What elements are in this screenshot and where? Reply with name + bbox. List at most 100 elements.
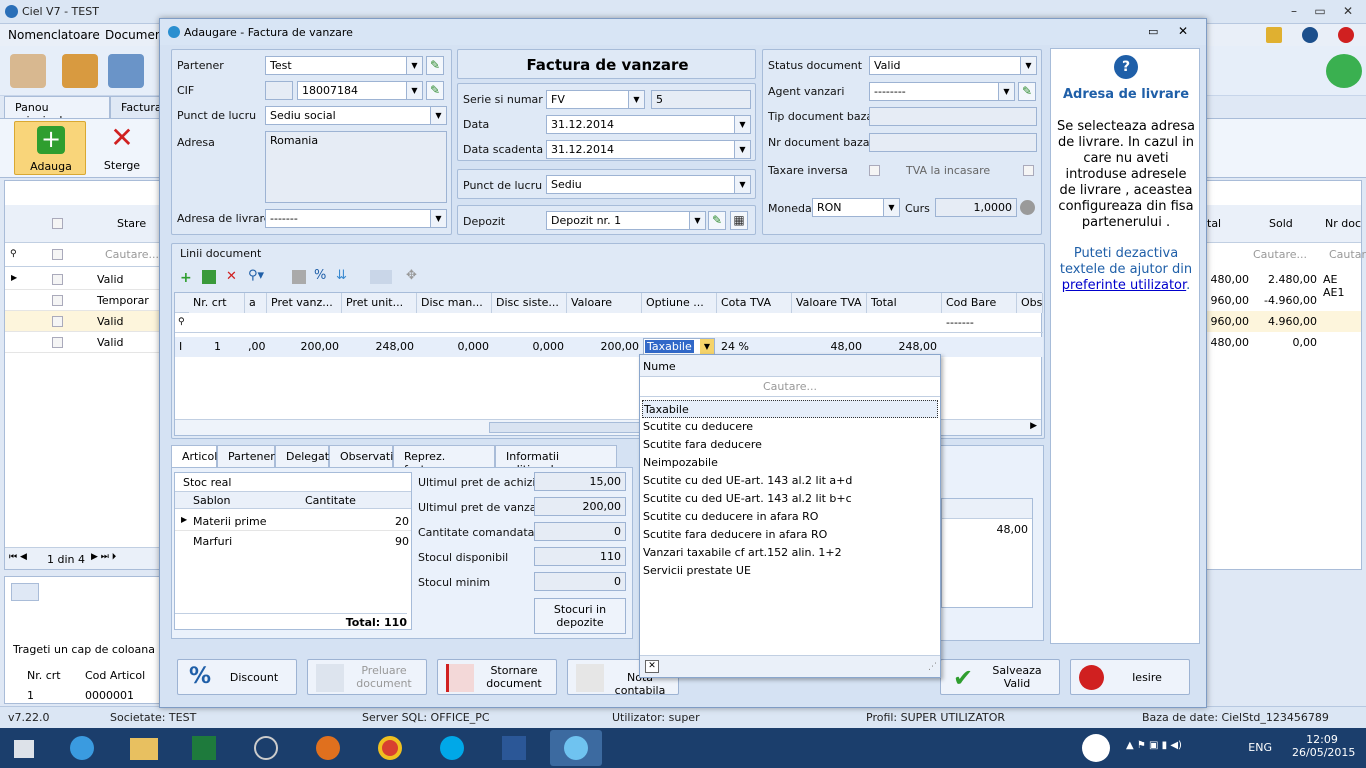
col-optiune[interactable]: Optiune ... — [642, 293, 717, 313]
edit-cif-icon[interactable]: ✎ — [426, 81, 444, 100]
curs-field[interactable]: 1,0000 — [935, 198, 1017, 217]
col-stare[interactable]: Stare — [117, 217, 146, 230]
punct-lucru-field[interactable]: Sediu social ▼ — [265, 106, 447, 125]
row-checkbox[interactable] — [52, 295, 63, 306]
taxare-checkbox[interactable] — [869, 165, 880, 176]
chevron-down-icon[interactable]: ▼ — [430, 210, 446, 227]
data-field[interactable]: 31.12.2014 ▼ — [546, 115, 751, 134]
print-icon[interactable] — [292, 270, 306, 284]
down-arrows-icon[interactable]: ⇊ — [336, 268, 347, 283]
dropdown-col-nume[interactable]: Nume — [643, 360, 676, 373]
dropdown-item[interactable]: Vanzari taxabile cf art.152 alin. 1+2 — [642, 544, 938, 562]
col-cota-tva[interactable]: Cota TVA — [717, 293, 792, 313]
tip-doc-field[interactable] — [869, 107, 1037, 126]
dialog-close-icon[interactable]: ✕ — [1178, 24, 1188, 38]
dropdown-item[interactable]: Scutite cu ded UE-art. 143 al.2 lit b+c — [642, 490, 938, 508]
chevron-down-icon[interactable]: ▼ — [883, 199, 899, 216]
warehouse-icon[interactable]: ▦ — [730, 211, 748, 230]
col-pret-vanz[interactable]: Pret vanz... — [267, 293, 342, 313]
dropdown-search[interactable]: Cautare... — [640, 377, 940, 397]
help-tray-icon[interactable] — [1082, 734, 1110, 762]
table-row[interactable]: 480,00 2.480,00 AE AE1 — [1207, 269, 1361, 299]
cif-field[interactable]: 18007184 ▼ — [297, 81, 423, 100]
col-total[interactable]: tal — [1207, 217, 1221, 230]
chevron-down-icon[interactable]: ▼ — [998, 83, 1014, 100]
scadenta-field[interactable]: 31.12.2014 ▼ — [546, 140, 751, 159]
percent-icon[interactable]: % — [314, 268, 326, 283]
col-valoare-tva[interactable]: Valoare TVA — [792, 293, 867, 313]
adresa-livrare-field[interactable]: ------- ▼ — [265, 209, 447, 228]
chevron-down-icon[interactable]: ▼ — [734, 176, 750, 193]
status-doc-field[interactable]: Valid ▼ — [869, 56, 1037, 75]
pager-next-icon[interactable]: ▶ ⏭ ⏵ — [91, 552, 116, 562]
search-cell[interactable]: Cautare... — [1253, 248, 1307, 261]
edit-depozit-icon[interactable]: ✎ — [708, 211, 726, 230]
ie-icon[interactable] — [56, 730, 108, 766]
filter-checkbox[interactable] — [52, 249, 63, 260]
edit-agent-icon[interactable]: ✎ — [1018, 82, 1036, 101]
sub-col-cod[interactable]: Cod Articol — [85, 669, 145, 682]
table-row[interactable]: Marfuri 90 — [175, 531, 411, 551]
tva-incasare-checkbox[interactable] — [1023, 165, 1034, 176]
search-cell[interactable]: Cautare... — [105, 248, 159, 261]
table-row[interactable]: Valid — [5, 332, 159, 353]
table-row[interactable]: ▶ Valid — [5, 269, 159, 290]
salveaza-valid-button[interactable]: ✔ Salveaza Valid — [940, 659, 1060, 695]
ciel-icon[interactable] — [550, 730, 602, 766]
chevron-down-icon[interactable]: ▼ — [734, 116, 750, 133]
chevron-down-icon[interactable]: ▼ — [406, 57, 422, 74]
scroll-right-icon[interactable]: ▶ — [1030, 421, 1037, 431]
table-row[interactable]: ▶ Materii prime 20 — [175, 511, 411, 531]
tab-info[interactable]: Informatii aditionale — [495, 445, 617, 476]
lock-icon[interactable] — [1266, 27, 1282, 43]
tab-factura[interactable]: Factura — [110, 96, 162, 118]
close-icon[interactable]: ✕ — [1337, 4, 1359, 20]
delete-line-icon[interactable]: ✕ — [226, 269, 237, 284]
dropdown-item[interactable]: Scutite cu ded UE-art. 143 al.2 lit a+d — [642, 472, 938, 490]
chevron-down-icon[interactable]: ▼ — [700, 339, 714, 354]
dropdown-item[interactable]: Taxabile — [642, 400, 938, 418]
add-multiple-icon[interactable] — [202, 270, 216, 284]
filter-codbare[interactable]: ------- — [943, 314, 977, 332]
grid-options-icon[interactable] — [11, 583, 39, 601]
row-checkbox[interactable] — [52, 316, 63, 327]
tab-articol[interactable]: Articol — [171, 445, 217, 467]
nr-doc-field[interactable] — [869, 133, 1037, 152]
price-value[interactable]: 200,00 — [534, 497, 626, 516]
search-cell[interactable]: Cautar — [1329, 248, 1366, 261]
iesire-button[interactable]: Iesire — [1070, 659, 1190, 695]
tray-icons[interactable]: ▲ ⚑ ▣ ▮ ◀) — [1126, 740, 1236, 756]
dropdown-item[interactable]: Scutite cu deducere — [642, 418, 938, 436]
dialog-restore-icon[interactable]: ▭ — [1148, 25, 1158, 38]
edit-partner-icon[interactable]: ✎ — [426, 56, 444, 75]
menu-documente[interactable]: Documen — [105, 28, 162, 42]
chevron-down-icon[interactable]: ▼ — [406, 82, 422, 99]
excel-icon[interactable] — [178, 730, 230, 766]
stocuri-depozite-button[interactable]: Stocuri in depozite — [534, 598, 626, 634]
stornare-document-button[interactable]: Stornare document — [437, 659, 557, 695]
users-icon[interactable] — [108, 54, 144, 88]
chevron-down-icon[interactable]: ▼ — [1020, 57, 1036, 74]
table-row[interactable]: 480,00 0,00 — [1207, 332, 1361, 353]
tab-observatii[interactable]: Observatii — [329, 445, 396, 467]
col-disc-sis[interactable]: Disc siste... — [492, 293, 567, 313]
dropdown-close-icon[interactable]: ✕ — [645, 660, 659, 673]
table-row[interactable]: Valid — [5, 311, 159, 332]
chevron-down-icon[interactable]: ▼ — [628, 91, 644, 108]
price-value[interactable]: 0 — [534, 572, 626, 591]
clipboard-icon[interactable] — [62, 54, 98, 88]
power-icon[interactable] — [1338, 27, 1354, 43]
preluare-document-button[interactable]: Preluare document — [307, 659, 427, 695]
dropdown-item[interactable]: Neimpozabile — [642, 454, 938, 472]
cif-prefix-field[interactable] — [265, 81, 293, 100]
maximize-icon[interactable]: ▭ — [1309, 4, 1331, 20]
col-pret-unit[interactable]: Pret unit... — [342, 293, 417, 313]
pager-first-icon[interactable]: ⏮ ◀ — [9, 552, 27, 562]
layout-icon[interactable] — [370, 270, 392, 284]
optiune-combo[interactable]: Taxabile ▼ — [643, 338, 715, 355]
handshake-icon[interactable] — [10, 54, 46, 88]
chevron-down-icon[interactable]: ▼ — [734, 141, 750, 158]
chevron-down-icon[interactable]: ▼ — [430, 107, 446, 124]
firefox-icon[interactable] — [302, 730, 354, 766]
dropdown-item[interactable]: Scutite fara deducere — [642, 436, 938, 454]
